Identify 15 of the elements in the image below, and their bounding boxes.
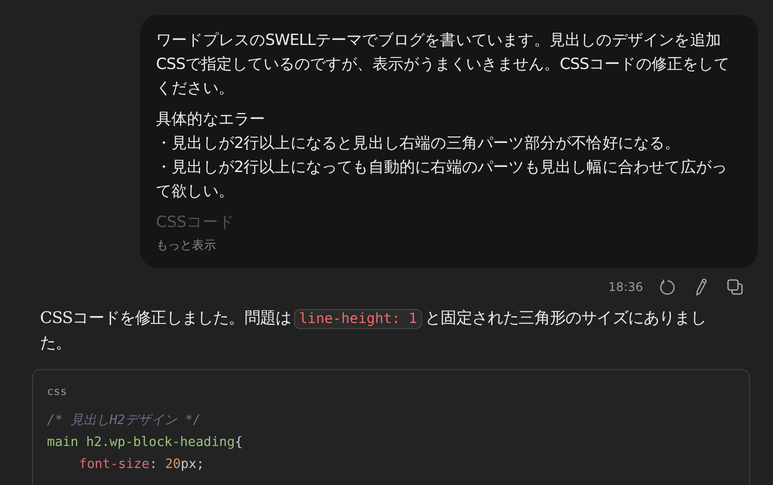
message-text: ・見出しが2行以上になっても自動的に右端のパーツも見出し幅に合わせて広がって欲しい。 xyxy=(156,157,728,202)
code-line: font-size: 20px; xyxy=(79,456,204,474)
response-text: CSSコードを修正しました。問題は line-height: 1 と固定された三角形のサイズにありました。 xyxy=(40,307,707,354)
message-text: 具体的なエラー xyxy=(156,109,266,130)
copy-icon[interactable] xyxy=(725,277,745,297)
show-more-link[interactable]: もっと表示 xyxy=(156,237,216,254)
timestamp: 18:36 xyxy=(608,280,643,294)
code-language-label: css xyxy=(47,385,67,398)
inline-code: line-height: 1 xyxy=(294,309,422,329)
message-text: ・見出しが2行以上になると見出し右端の三角パーツ部分が不恰好になる。 xyxy=(156,133,682,154)
code-line: main h2.wp-block-heading{ xyxy=(47,434,243,452)
retry-icon[interactable] xyxy=(657,277,677,297)
code-line: /* 見出しH2デザイン */ xyxy=(47,412,201,430)
message-text: ワードプレスのSWELLテーマでブログを書いています。見出しのデザインを追加CSSで指定しているのですが、表示がうまくいきません。CSSコードの修正をしてください。 xyxy=(156,30,730,99)
faded-text: CSSコード xyxy=(156,212,236,233)
